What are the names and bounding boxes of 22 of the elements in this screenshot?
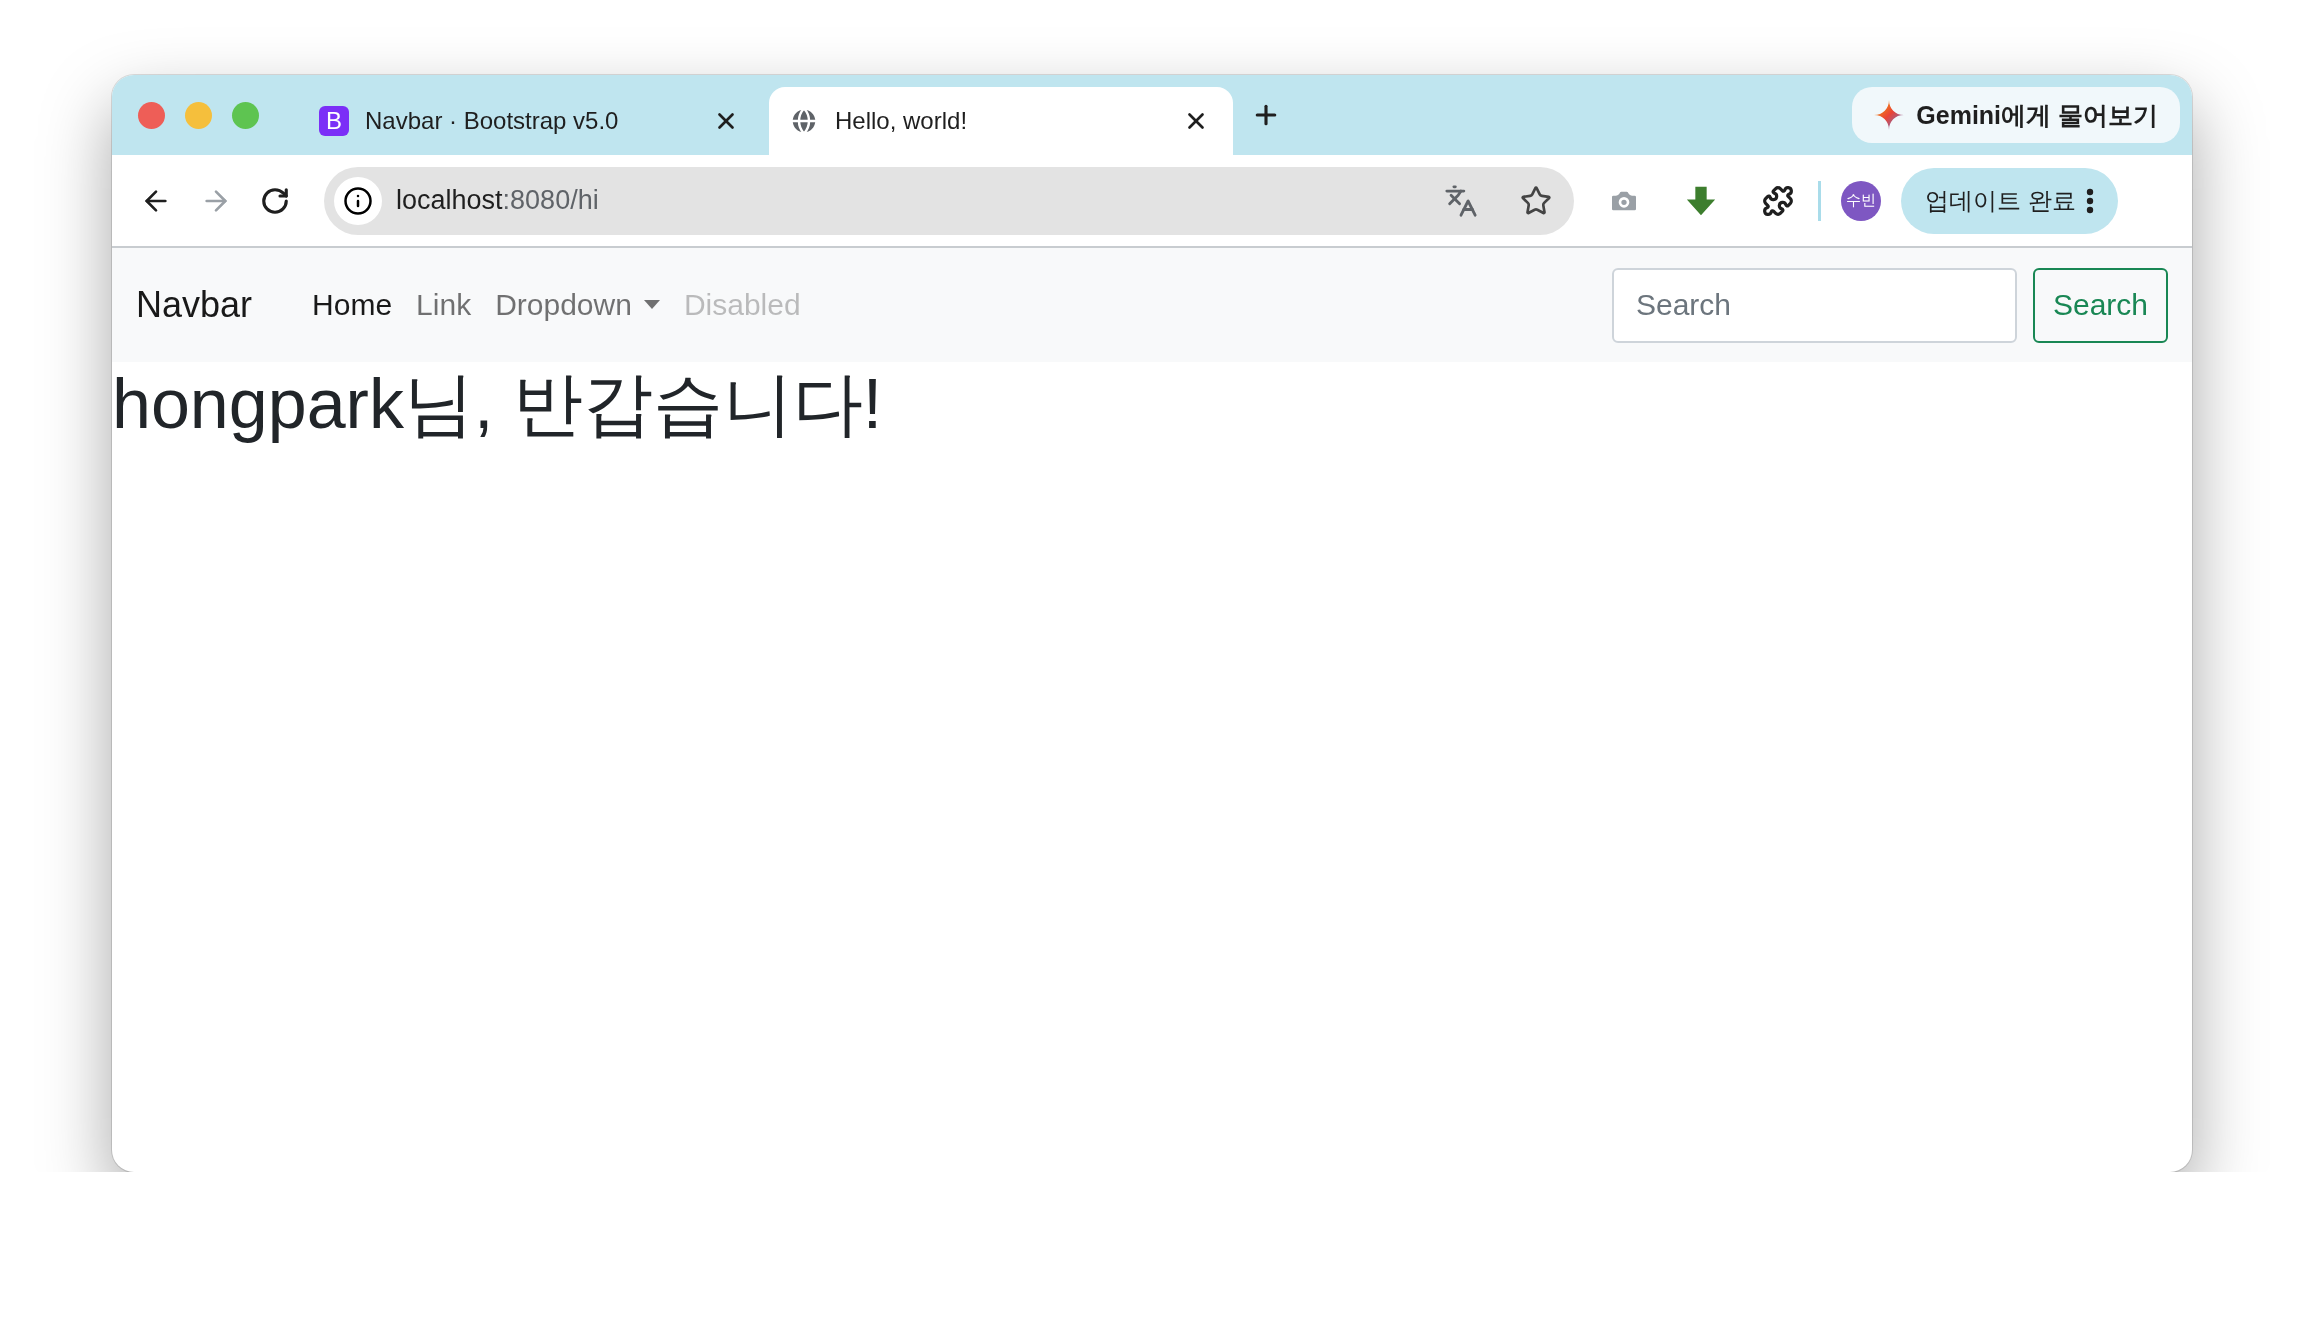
nav-link[interactable]: Link	[404, 288, 484, 322]
nav-link[interactable]: Home	[300, 288, 405, 322]
profile-avatar[interactable]: 수빈	[1841, 180, 1881, 221]
gemini-button[interactable]: Gemini에게 물어보기	[1852, 87, 2180, 143]
update-button[interactable]: 업데이트 완료	[1901, 167, 2118, 234]
address-bar[interactable]: localhost:8080/hi	[324, 166, 1574, 235]
dropdown-toggle[interactable]: Dropdown	[483, 288, 672, 322]
navbar-brand[interactable]: Navbar	[136, 284, 253, 326]
caret-icon	[643, 300, 660, 310]
page-heading: hongpark님, 반갑습니다!	[112, 364, 884, 445]
globe-icon	[789, 106, 819, 136]
more-icon	[2085, 187, 2094, 214]
info-icon[interactable]	[334, 176, 382, 225]
search-button[interactable]: Search	[2032, 267, 2168, 343]
url-path: :8080/hi	[502, 185, 599, 216]
browser-tab[interactable]: Hello, world!	[769, 87, 1233, 155]
tab-title: Navbar · Bootstrap v5.0	[365, 107, 620, 135]
url-host: localhost	[396, 185, 503, 216]
tab-favicon: B	[319, 106, 349, 136]
browser-tab[interactable]: B Navbar · Bootstrap v5.0	[299, 87, 763, 155]
search-field[interactable]: Search	[1611, 267, 2017, 343]
tab-title: Hello, world!	[835, 107, 969, 135]
